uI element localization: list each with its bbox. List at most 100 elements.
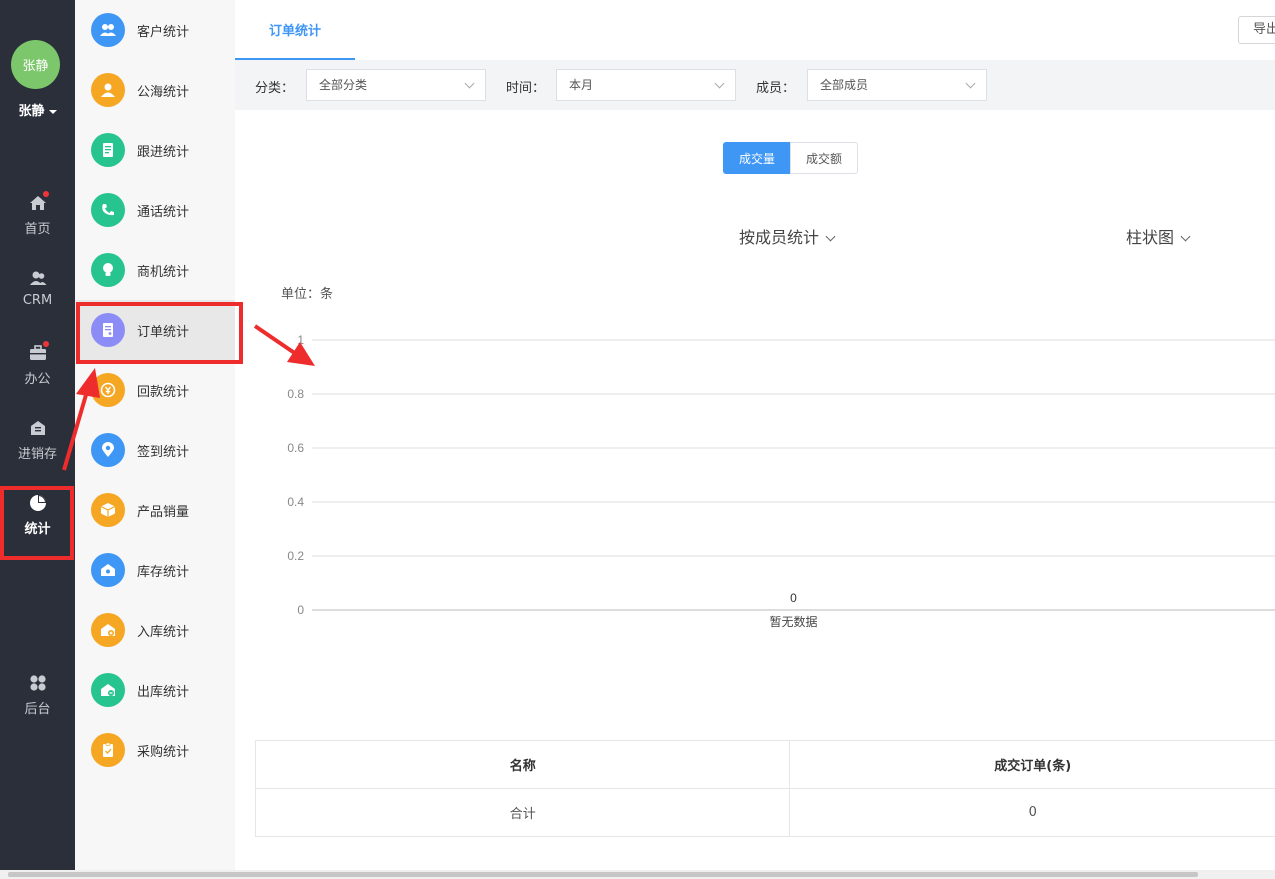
cell-name: 合计	[256, 789, 791, 836]
bar-chart: 1 0.8 0.6 0.4 0.2 0 0 暂无数据	[287, 333, 1275, 629]
y-tick-label: 0.2	[287, 549, 304, 563]
avatar[interactable]: 张静	[11, 40, 60, 89]
y-tick-label: 0.6	[287, 441, 304, 455]
nav-label: 后台	[24, 702, 51, 717]
category-select[interactable]: 全部分类	[306, 69, 486, 101]
submenu-item-payment[interactable]: 回款统计	[75, 360, 235, 420]
time-select-value: 本月	[569, 78, 594, 92]
tab-order-statistics[interactable]: 订单统计	[235, 0, 355, 60]
grid-icon	[29, 675, 46, 691]
nav-item-crm[interactable]: CRM	[0, 268, 75, 328]
submenu-label: 采购统计	[137, 743, 190, 759]
member-select[interactable]: 全部成员	[807, 69, 987, 101]
nav-label: 办公	[24, 372, 51, 387]
y-tick-label: 0	[297, 603, 304, 617]
person-icon	[91, 73, 125, 107]
nav-item-admin[interactable]: 后台	[0, 673, 75, 733]
y-tick-label: 0.4	[287, 495, 304, 509]
group-by-dropdown[interactable]: 按成员统计	[739, 224, 836, 248]
main-content: 订单统计 导出 分类： 全部分类 时间： 本月 成员： 全部成员 成交量 成交额…	[235, 0, 1275, 879]
x-tick-label: 暂无数据	[769, 614, 817, 629]
main-nav: 张静 张静 首页 CRM 办公 进销存 统计 后台	[0, 0, 75, 879]
submenu-item-public-sea[interactable]: 公海统计	[75, 60, 235, 120]
submenu-item-checkin[interactable]: 签到统计	[75, 420, 235, 480]
summary-table: 名称 成交订单(条) 合计 0	[255, 740, 1275, 837]
app-window: 张静 张静 首页 CRM 办公 进销存 统计 后台 客户统计 公海统计 跟进统计…	[0, 0, 1275, 879]
submenu-label: 产品销量	[137, 503, 190, 519]
submenu-label: 客户统计	[137, 23, 190, 39]
highlight-box-statistics	[0, 486, 74, 560]
submenu-item-followup[interactable]: 跟进统计	[75, 120, 235, 180]
submenu-label: 签到统计	[137, 443, 190, 459]
tab-bar: 订单统计 导出	[235, 0, 1275, 60]
caret-down-icon	[48, 109, 57, 114]
submenu-label: 商机统计	[137, 263, 190, 279]
submenu-label: 库存统计	[137, 563, 190, 579]
chevron-down-icon	[714, 78, 725, 89]
export-button[interactable]: 导出	[1238, 16, 1275, 44]
submenu-label: 入库统计	[137, 623, 190, 639]
chevron-down-icon	[1180, 231, 1191, 242]
y-tick-label: 1	[297, 333, 304, 347]
group-by-label: 按成员统计	[739, 228, 820, 247]
nav-item-office[interactable]: 办公	[0, 341, 75, 403]
nav-label: 进销存	[17, 447, 57, 462]
notebook-icon	[91, 133, 125, 167]
submenu-item-purchase[interactable]: 采购统计	[75, 720, 235, 780]
member-select-value: 全部成员	[820, 78, 869, 92]
phone-icon	[91, 193, 125, 227]
bar-data-label: 0	[790, 591, 797, 605]
chevron-down-icon	[464, 78, 475, 89]
toggle-volume[interactable]: 成交量	[723, 142, 791, 174]
box-icon	[91, 493, 125, 527]
scrollbar-thumb[interactable]	[8, 872, 1198, 877]
notification-dot	[43, 191, 49, 197]
table-row: 合计 0	[256, 789, 1275, 837]
nav-label: 首页	[24, 222, 51, 237]
username-label: 张静	[18, 104, 45, 119]
submenu-item-opportunity[interactable]: 商机统计	[75, 240, 235, 300]
submenu-item-inventory[interactable]: 库存统计	[75, 540, 235, 600]
submenu-item-stock-in[interactable]: 入库统计	[75, 600, 235, 660]
nav-item-home[interactable]: 首页	[0, 191, 75, 253]
notification-dot	[43, 341, 49, 347]
chart-type-dropdown[interactable]: 柱状图	[1126, 224, 1191, 248]
submenu-item-calls[interactable]: 通话统计	[75, 180, 235, 240]
lightbulb-icon	[91, 253, 125, 287]
submenu-label: 公海统计	[137, 83, 190, 99]
cell-orders: 0	[1028, 805, 1037, 820]
purchase-icon	[91, 733, 125, 767]
stock-out-icon	[91, 673, 125, 707]
highlight-box-orders	[76, 302, 243, 364]
submenu-item-stock-out[interactable]: 出库统计	[75, 660, 235, 720]
chart-unit-label: 单位：条	[281, 287, 334, 302]
chart-type-label: 柱状图	[1126, 228, 1175, 247]
time-select[interactable]: 本月	[556, 69, 736, 101]
user-menu[interactable]: 张静	[0, 100, 75, 119]
customer-icon	[91, 13, 125, 47]
toggle-amount[interactable]: 成交额	[790, 142, 858, 174]
crm-users-icon	[29, 271, 46, 285]
submenu-item-customer[interactable]: 客户统计	[75, 0, 235, 60]
column-header-orders: 成交订单(条)	[994, 759, 1072, 774]
inventory-icon	[91, 553, 125, 587]
category-select-value: 全部分类	[319, 78, 368, 92]
submenu-label: 出库统计	[137, 683, 190, 699]
category-filter-label: 分类：	[255, 81, 295, 96]
submenu-label: 跟进统计	[137, 143, 190, 159]
horizontal-scrollbar[interactable]	[0, 870, 1275, 879]
column-header-name: 名称	[256, 741, 791, 788]
submenu-item-product-sales[interactable]: 产品销量	[75, 480, 235, 540]
filter-bar: 分类： 全部分类 时间： 本月 成员： 全部成员	[235, 60, 1275, 110]
chevron-down-icon	[825, 231, 836, 242]
table-header-row: 名称 成交订单(条)	[256, 741, 1275, 789]
nav-item-inventory[interactable]: 进销存	[0, 418, 75, 478]
nav-label: CRM	[22, 293, 53, 308]
warehouse-icon	[30, 421, 45, 435]
statistics-submenu: 客户统计 公海统计 跟进统计 通话统计 商机统计 订单统计 回款统计 签到统计	[75, 0, 235, 879]
location-icon	[91, 433, 125, 467]
member-filter-label: 成员：	[756, 81, 796, 96]
y-tick-label: 0.8	[287, 387, 304, 401]
payment-icon	[91, 373, 125, 407]
chevron-down-icon	[965, 78, 976, 89]
